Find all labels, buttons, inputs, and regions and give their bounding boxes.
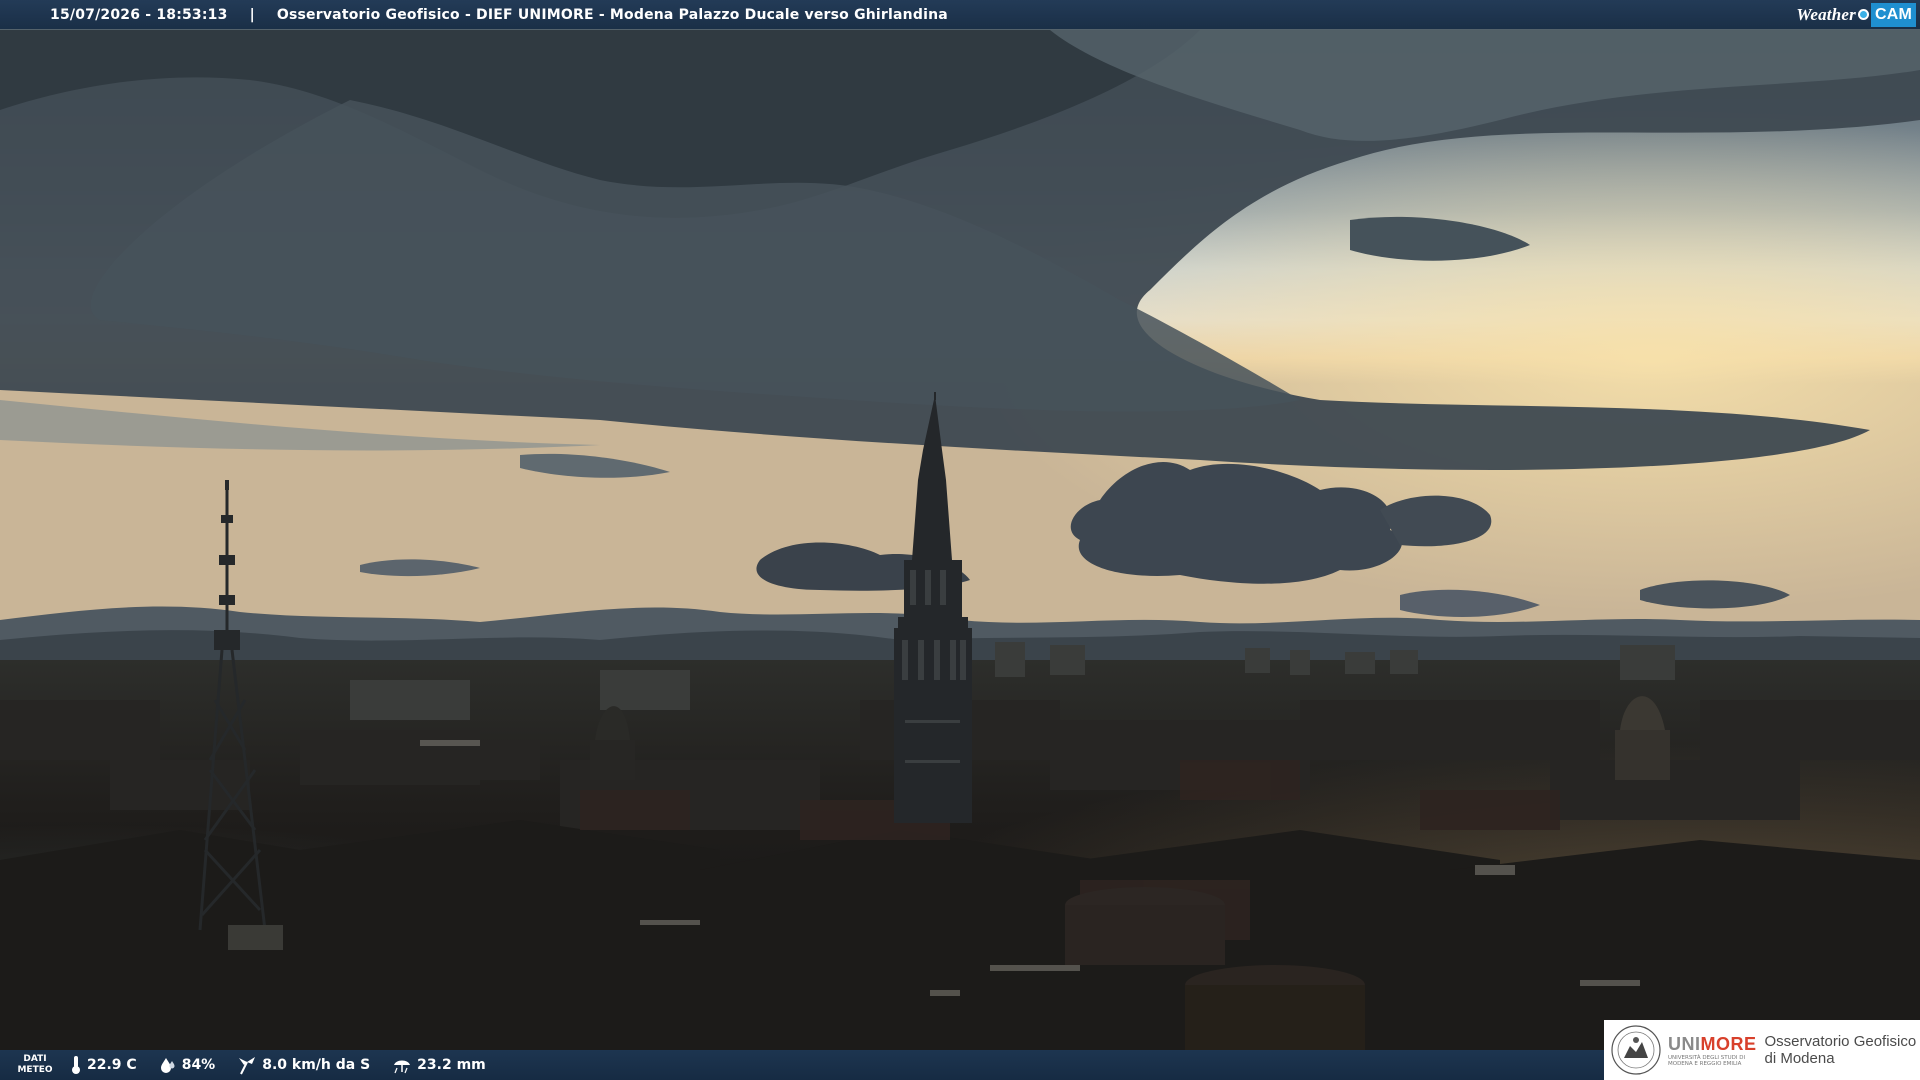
header-bar: 15/07/2026 - 18:53:13 | Osservatorio Geo… bbox=[0, 0, 1920, 29]
header-separator: | bbox=[249, 6, 255, 23]
wind-icon bbox=[239, 1057, 256, 1075]
unimore-wordmark: UNIMORE UNIVERSITÀ DEGLI STUDI DI MODENA… bbox=[1668, 1034, 1757, 1067]
meteo-label: METEO bbox=[17, 1065, 53, 1075]
unimore-seal-icon bbox=[1611, 1025, 1661, 1075]
brand-weather: Weather bbox=[1796, 4, 1856, 24]
dati-label: DATI bbox=[23, 1054, 47, 1064]
rain-stat: 23.2 mm bbox=[392, 1055, 486, 1075]
dati-meteo-label: DATI METEO bbox=[0, 1054, 70, 1076]
observatory-line2: di Modena bbox=[1764, 1050, 1835, 1067]
unimore-name: UNIMORE bbox=[1668, 1034, 1757, 1055]
temperature-value: 22.9 C bbox=[87, 1057, 137, 1073]
temperature-stat: 22.9 C bbox=[70, 1055, 137, 1075]
brand-dot-icon bbox=[1857, 9, 1869, 20]
unimore-uni: UNI bbox=[1668, 1033, 1701, 1054]
thermometer-icon bbox=[72, 1056, 80, 1074]
timestamp: 15/07/2026 - 18:53:13 bbox=[50, 6, 228, 23]
observatory-line1: Osservatorio Geofisico bbox=[1764, 1033, 1917, 1050]
unimore-full-name: UNIVERSITÀ DEGLI STUDI DI MODENA E REGGI… bbox=[1668, 1054, 1746, 1067]
wind-value: 8.0 km/h da S bbox=[262, 1057, 371, 1073]
humidity-stat: 84% bbox=[159, 1056, 216, 1074]
rain-value: 23.2 mm bbox=[417, 1057, 486, 1073]
unimore-logo-box: UNIMORE UNIVERSITÀ DEGLI STUDI DI MODENA… bbox=[1604, 1020, 1920, 1080]
observatory-name: Osservatorio Geofisico di Modena bbox=[1765, 1033, 1917, 1067]
weathercam-logo: Weather CAM bbox=[1796, 0, 1920, 29]
camera-title: Osservatorio Geofisico - DIEF UNIMORE - … bbox=[276, 6, 948, 23]
webcam-image bbox=[0, 0, 1920, 1050]
unimore-more: MORE bbox=[1700, 1033, 1757, 1054]
wind-stat: 8.0 km/h da S bbox=[237, 1055, 370, 1075]
rain-icon bbox=[394, 1060, 411, 1074]
humidity-value: 84% bbox=[181, 1057, 216, 1073]
brand-cam: CAM bbox=[1870, 2, 1916, 27]
humidity-drop-icon bbox=[160, 1058, 175, 1073]
